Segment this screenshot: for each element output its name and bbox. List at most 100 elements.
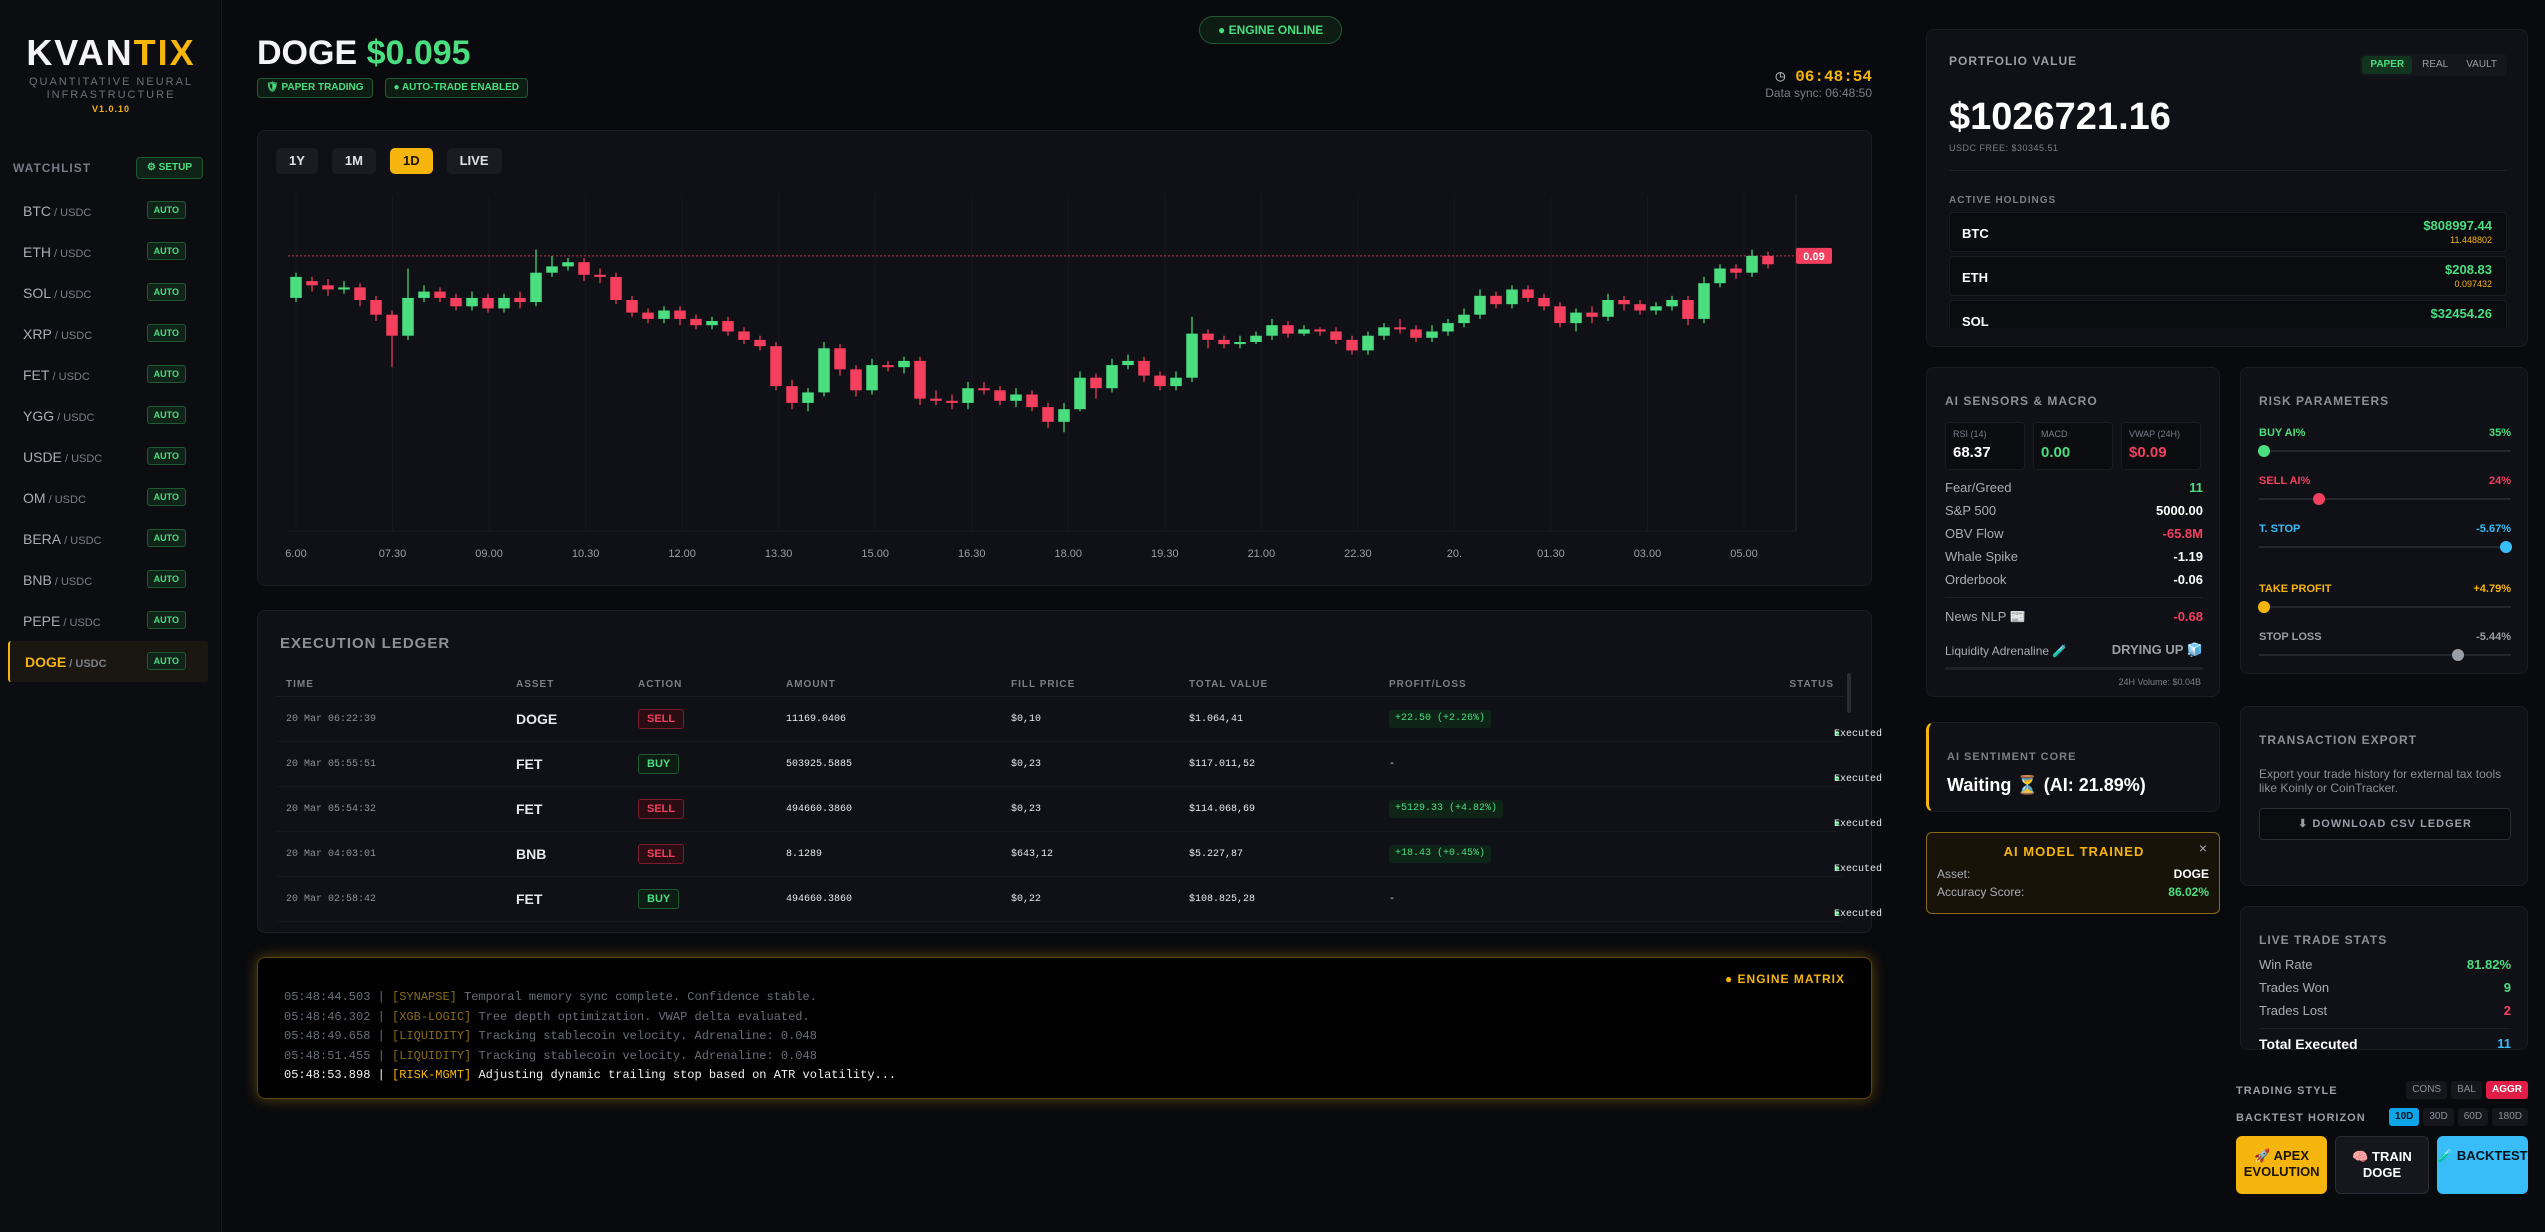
holding-qty: 0.097432 (2454, 279, 2492, 289)
candle-body (786, 386, 798, 403)
timeframe-live[interactable]: LIVE (446, 148, 502, 174)
ledger-time: 20 Mar 04:03:01 (286, 849, 377, 860)
timeframe-1y[interactable]: 1Y (276, 148, 318, 174)
total-executed-value: 11 (2497, 1036, 2511, 1051)
download-csv-button[interactable]: ⬇ DOWNLOAD CSV LEDGER (2259, 808, 2511, 840)
table-row[interactable]: 20 Mar 04:03:01 BNB SELL 8.1289 $643,12 $5.22… (276, 832, 1882, 877)
watchlist-item-usde[interactable]: USDE / USDC AUTO (8, 436, 208, 477)
macro-label: S&P 500 (1945, 503, 1997, 518)
watchlist-item-pepe[interactable]: PEPE / USDC AUTO (8, 600, 208, 641)
auto-badge[interactable]: AUTO (146, 488, 186, 506)
apex-evolution-button[interactable]: 🚀 APEX EVOLUTION (2236, 1136, 2328, 1194)
auto-badge[interactable]: AUTO (146, 447, 186, 465)
candle-body (1186, 333, 1198, 378)
auto-badge[interactable]: AUTO (146, 201, 186, 219)
candle-body (978, 388, 990, 391)
candle-body (1026, 394, 1038, 408)
slider-track[interactable] (2259, 498, 2511, 500)
watchlist-item-eth[interactable]: ETH / USDC AUTO (8, 231, 208, 272)
watchlist-quote: / USDC (51, 576, 93, 588)
auto-badge[interactable]: AUTO (146, 242, 186, 260)
indicator-value: 68.37 (1953, 444, 1991, 461)
auto-badge[interactable]: AUTO (146, 324, 186, 342)
close-icon[interactable]: × (2199, 840, 2207, 856)
ledger-body: 20 Mar 06:22:39 DOGE SELL 11169.0406 $0,10 $1… (276, 697, 1882, 922)
slider-handle[interactable] (2499, 541, 2512, 553)
ledger-amount: 494660.3860 (786, 894, 853, 905)
risk-param-value: 35% (2488, 427, 2511, 439)
option-10d[interactable]: 10D (2389, 1108, 2420, 1126)
watchlist-item-btc[interactable]: BTC / USDC AUTO (8, 190, 208, 231)
slider-track[interactable] (2259, 450, 2511, 452)
candle-body (1762, 255, 1774, 265)
ledger-time: 20 Mar 05:55:51 (286, 759, 377, 770)
candle-body (898, 360, 910, 368)
auto-badge[interactable]: AUTO (146, 570, 186, 588)
indicator-value: 0.00 (2041, 444, 2071, 461)
option-180d[interactable]: 180D (2492, 1108, 2528, 1126)
train-button[interactable]: 🧠 TRAIN DOGE (2335, 1136, 2429, 1194)
auto-badge[interactable]: AUTO (146, 365, 186, 383)
watchlist-item-om[interactable]: OM / USDC AUTO (8, 477, 208, 518)
timeframe-1m[interactable]: 1M (331, 148, 376, 174)
option-cons[interactable]: CONS (2406, 1081, 2448, 1099)
slider-handle[interactable] (2452, 649, 2465, 661)
watchlist-item-bera[interactable]: BERA / USDC AUTO (8, 518, 208, 559)
holding-row[interactable]: ETH $208.83 0.097432 (1949, 256, 2507, 296)
slider-handle[interactable] (2313, 493, 2326, 505)
option-30d[interactable]: 30D (2423, 1108, 2454, 1126)
option-aggr[interactable]: AGGR (2486, 1081, 2528, 1099)
backtest-button[interactable]: 🧪 BACKTEST (2436, 1136, 2528, 1194)
watchlist-item-xrp[interactable]: XRP / USDC AUTO (8, 313, 208, 354)
auto-badge[interactable]: AUTO (146, 529, 186, 547)
log-tag: [XGB-LOGIC] (392, 1009, 472, 1024)
price-chart[interactable]: 6.00 07.30 09.00 10.30 12.00 13.30 15.00 16.30 1… (276, 191, 1856, 571)
adrenaline-bar (1945, 667, 2203, 670)
current-price-label: 0.09 (1803, 251, 1824, 263)
watchlist-item-doge[interactable]: DOGE / USDC AUTO (8, 641, 208, 682)
mode-tab-vault[interactable]: VAULT (2458, 56, 2505, 74)
watchlist-item-bnb[interactable]: BNB / USDC AUTO (8, 559, 208, 600)
watchlist-item-sol[interactable]: SOL / USDC AUTO (8, 272, 208, 313)
auto-badge[interactable]: AUTO (146, 652, 186, 670)
slider-track[interactable] (2259, 546, 2511, 548)
stats-value: 2 (2503, 1003, 2511, 1018)
brand-subtitle: QUANTITATIVE NEURAL INFRASTRUCTURE (28, 76, 194, 101)
transaction-export-panel: TRANSACTION EXPORT Export your trade his… (2240, 706, 2528, 886)
holding-row[interactable]: BTC $808997.44 11.448802 (1949, 212, 2507, 252)
watchlist-item-ygg[interactable]: YGG / USDC AUTO (8, 395, 208, 436)
timeframe-selector: 1Y 1M 1D LIVE (276, 148, 502, 174)
watchlist-symbol: ETH / USDC (23, 244, 91, 260)
stats-label: Win Rate (2259, 957, 2313, 972)
slider-track[interactable] (2259, 654, 2511, 656)
slider-track[interactable] (2259, 606, 2511, 608)
slider-handle[interactable] (2258, 601, 2271, 613)
option-60d[interactable]: 60D (2457, 1108, 2489, 1126)
table-row[interactable]: 20 Mar 05:54:32 FET SELL 494660.3860 $0,23 $1… (276, 787, 1882, 832)
macro-label: OBV Flow (1945, 526, 2004, 541)
slider-handle[interactable] (2258, 445, 2271, 457)
ledger-asset: DOGE (516, 711, 558, 727)
auto-badge[interactable]: AUTO (146, 406, 186, 424)
table-row[interactable]: 20 Mar 05:55:51 FET BUY 503925.5885 $0,23 $11… (276, 742, 1882, 787)
candle-body (1282, 325, 1294, 334)
table-row[interactable]: 20 Mar 06:22:39 DOGE SELL 11169.0406 $0,10 $1… (276, 697, 1882, 742)
auto-badge[interactable]: AUTO (146, 283, 186, 301)
ledger-header-row: TIME ASSET ACTION AMOUNT FILL PRICE TOTAL VAL… (276, 673, 1844, 697)
option-bal[interactable]: BAL (2451, 1081, 2482, 1099)
toast-asset-label: Asset: (1937, 867, 1971, 881)
table-row[interactable]: 20 Mar 02:58:42 FET BUY 494660.3860 $0,22 $10… (276, 877, 1882, 922)
mode-tab-paper[interactable]: PAPER (2362, 56, 2413, 74)
ledger-asset: FET (516, 891, 543, 907)
watchlist-base: ETH (23, 244, 51, 260)
setup-button[interactable]: ⚙ SETUP (135, 157, 203, 179)
watchlist-item-fet[interactable]: FET / USDC AUTO (8, 354, 208, 395)
auto-badge[interactable]: AUTO (146, 611, 186, 629)
indicator-card: MACD 0.00 (2033, 422, 2113, 470)
holding-row[interactable]: SOL $32454.26 (1949, 300, 2507, 328)
macro-value: -0.06 (2173, 572, 2203, 587)
timeframe-1d[interactable]: 1D (389, 148, 433, 174)
ledger-scrollbar[interactable] (1847, 673, 1851, 713)
mode-tab-real[interactable]: REAL (2414, 56, 2456, 74)
ledger-time: 20 Mar 06:22:39 (286, 714, 377, 725)
